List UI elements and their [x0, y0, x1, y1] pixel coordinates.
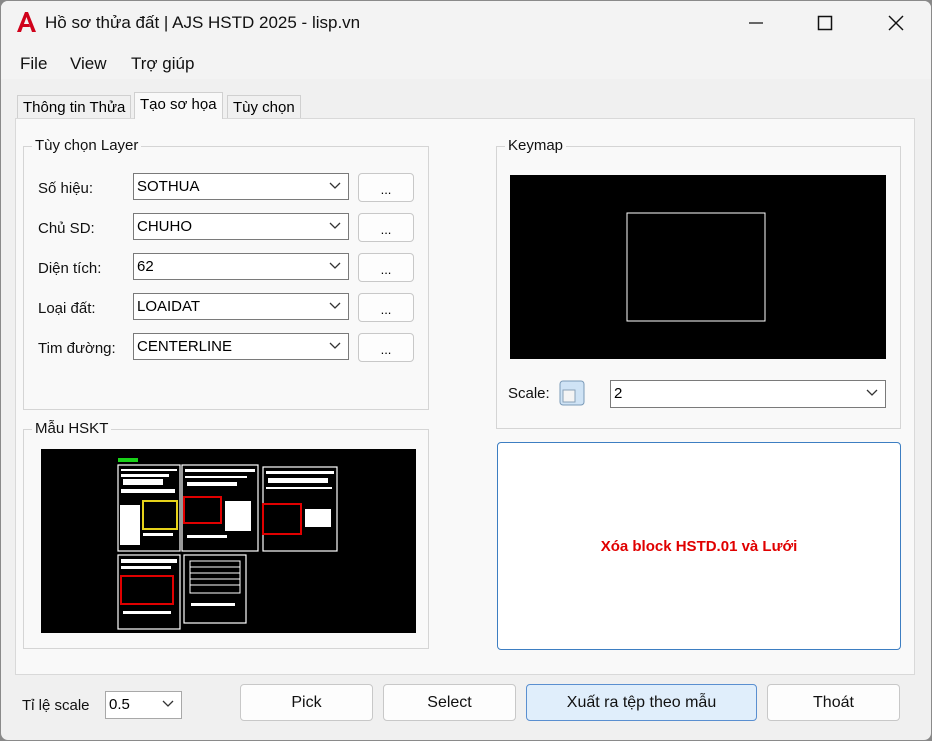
delete-block-button[interactable]: Xóa block HSTD.01 và Lưới: [497, 442, 901, 650]
maximize-button[interactable]: [802, 1, 848, 45]
window-title: Hồ sơ thửa đất | AJS HSTD 2025 - lisp.vn: [45, 13, 361, 32]
so-hieu-layer-value: SOTHUA: [137, 178, 200, 195]
keymap-group: Keymap Scale: 2: [496, 137, 901, 429]
tim-duong-layer-value: CENTERLINE: [137, 338, 233, 355]
tab-tao-so-hoa[interactable]: Tạo sơ họa: [134, 92, 223, 119]
footer-scale-select[interactable]: 0.5: [105, 691, 182, 719]
loai-dat-layer-value: LOAIDAT: [137, 298, 201, 315]
minimize-button[interactable]: [733, 1, 779, 45]
label-dien-tich: Diện tích:: [38, 260, 102, 277]
maximize-icon: [817, 15, 833, 31]
keymap-title: Keymap: [505, 137, 567, 154]
template-title: Mẫu HSKT: [32, 420, 112, 437]
close-button[interactable]: [873, 1, 919, 45]
label-so-hieu: Số hiệu:: [38, 180, 94, 197]
tab-tuy-chon[interactable]: Tùy chọn: [227, 95, 301, 119]
keymap-scale-select[interactable]: 2: [610, 380, 886, 408]
layer-options-group: Tùy chọn Layer Số hiệu: SOTHUA ... Chủ S…: [23, 137, 429, 410]
loai-dat-browse-button[interactable]: ...: [358, 293, 414, 322]
exit-button[interactable]: Thoát: [767, 684, 900, 721]
footer-scale-label: Tỉ lệ scale: [22, 697, 90, 714]
chu-sd-browse-button[interactable]: ...: [358, 213, 414, 242]
app-window: Hồ sơ thửa đất | AJS HSTD 2025 - lisp.vn…: [0, 0, 932, 741]
scale-label: Scale:: [508, 385, 550, 402]
autocad-logo-icon: [17, 12, 36, 32]
dien-tich-layer-value: 62: [137, 258, 154, 275]
chu-sd-layer-value: CHUHO: [137, 218, 192, 235]
tab-thong-tin-thua[interactable]: Thông tin Thửa: [17, 95, 132, 119]
chevron-down-icon: [329, 262, 341, 269]
keymap-scale-value: 2: [614, 385, 623, 402]
chevron-down-icon: [329, 342, 341, 349]
chu-sd-layer-select[interactable]: CHUHO: [133, 213, 349, 240]
menu-file[interactable]: File: [20, 54, 47, 74]
template-group: Mẫu HSKT: [23, 420, 429, 649]
dien-tich-layer-select[interactable]: 62: [133, 253, 349, 280]
label-tim-duong: Tim đường:: [38, 340, 116, 357]
so-hieu-layer-select[interactable]: SOTHUA: [133, 173, 349, 200]
so-hieu-browse-button[interactable]: ...: [358, 173, 414, 202]
minimize-icon: [749, 22, 763, 24]
footer-scale-value: 0.5: [109, 696, 130, 713]
loai-dat-layer-select[interactable]: LOAIDAT: [133, 293, 349, 320]
template-preview: [41, 449, 416, 633]
select-button[interactable]: Select: [383, 684, 516, 721]
tab-panel: Tùy chọn Layer Số hiệu: SOTHUA ... Chủ S…: [15, 118, 915, 675]
zoom-extent-icon[interactable]: [559, 380, 585, 406]
chevron-down-icon: [162, 700, 174, 707]
menu-view[interactable]: View: [70, 54, 107, 74]
title-bar: Hồ sơ thửa đất | AJS HSTD 2025 - lisp.vn: [1, 1, 931, 45]
menu-bar: File View Trợ giúp: [1, 45, 931, 79]
chevron-down-icon: [329, 182, 341, 189]
label-chu-sd: Chủ SD:: [38, 220, 95, 237]
chevron-down-icon: [329, 302, 341, 309]
chevron-down-icon: [329, 222, 341, 229]
pick-button[interactable]: Pick: [240, 684, 373, 721]
close-icon: [888, 15, 904, 31]
tim-duong-browse-button[interactable]: ...: [358, 333, 414, 362]
export-template-button[interactable]: Xuất ra tệp theo mẫu: [526, 684, 757, 721]
tim-duong-layer-select[interactable]: CENTERLINE: [133, 333, 349, 360]
dien-tich-browse-button[interactable]: ...: [358, 253, 414, 282]
menu-help[interactable]: Trợ giúp: [131, 54, 194, 74]
chevron-down-icon: [866, 389, 878, 396]
delete-block-label: Xóa block HSTD.01 và Lưới: [600, 537, 798, 555]
keymap-view[interactable]: [510, 175, 886, 359]
layer-options-title: Tùy chọn Layer: [32, 137, 142, 154]
label-loai-dat: Loại đất:: [38, 300, 96, 317]
